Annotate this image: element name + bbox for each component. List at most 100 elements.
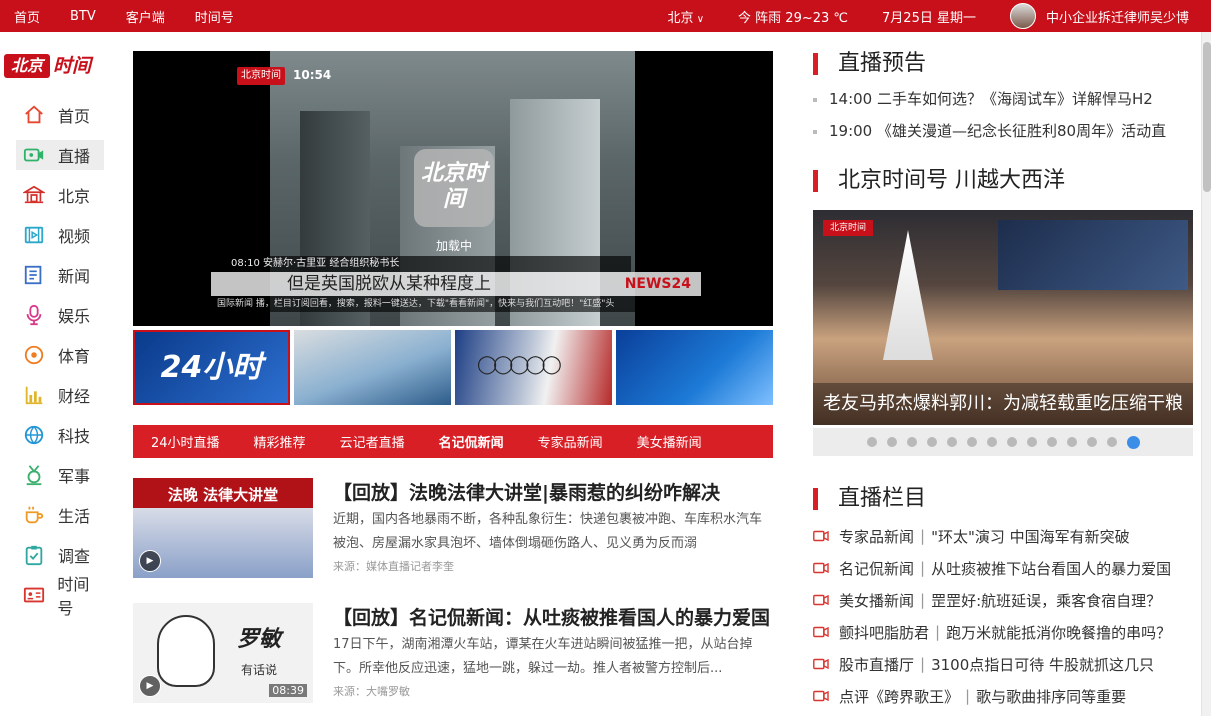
list-item[interactable]: 颤抖吧脂肪君 | 跑万米就能抵消你晚餐撸的串吗？ (813, 616, 1198, 648)
nav-item-survey[interactable]: 调查 (16, 540, 104, 570)
carousel-dot[interactable] (1046, 437, 1057, 447)
section-title-feature: 北京时间号 川越大西洋 (813, 170, 1065, 192)
carousel-dots (813, 428, 1193, 456)
news-icon (22, 264, 46, 286)
news-item[interactable]: 法晚 法律大讲堂 ▶ 【回放】法晚法律大讲堂|暴雨惹的纠纷咋解决 近期，国内各地… (133, 478, 773, 578)
carousel-dot[interactable] (926, 437, 937, 447)
nav-item-beijing[interactable]: 北京 (16, 180, 104, 210)
user-name[interactable]: 中小企业拆迁律师吴少博 (1046, 7, 1189, 26)
list-item[interactable]: 14:00 二手车如何选？《海阔试车》详解悍马H2 (813, 88, 1193, 120)
list-item[interactable]: 名记侃新闻 | 从吐痰被推下站台看国人的暴力爱国 (813, 552, 1198, 584)
feature-caption[interactable]: 老友马邦杰爆料郭川：为减轻载重吃压缩干粮 (813, 383, 1193, 425)
caption-main-text: 但是英国脱欧从某种程度上 (287, 274, 491, 294)
caricature-icon (157, 615, 215, 687)
video-camera-icon (813, 562, 829, 574)
feature-carousel[interactable]: 北京时间 老友马邦杰爆料郭川：为减轻载重吃压缩干粮 (813, 210, 1193, 425)
tab-24h-live[interactable]: 24小时直播 (151, 432, 220, 451)
list-item[interactable]: 股市直播厅 | 3100点指日可待 牛股就抓这几只 (813, 648, 1198, 680)
carousel-dot[interactable] (1006, 437, 1017, 447)
top-link-home[interactable]: 首页 (14, 7, 40, 26)
thumbnail-olympic-flags[interactable]: ◯◯◯◯◯ (455, 330, 612, 405)
tab-famous-reporter[interactable]: 名记侃新闻 (439, 432, 504, 451)
nav-item-live[interactable]: 直播 (16, 140, 104, 170)
avatar[interactable] (1009, 3, 1036, 29)
column-name: 专家品新闻 (839, 527, 915, 546)
list-item[interactable]: 美女播新闻 | 罡罡好:航班延误，乘客食宿自理？ (813, 584, 1198, 616)
logo-rest-text: 时间 (53, 55, 92, 77)
top-links: 首页 BTV 客户端 时间号 (14, 0, 264, 32)
city-selector[interactable]: 北京 (668, 7, 705, 26)
home-icon (22, 104, 46, 126)
video-camera-icon (813, 658, 829, 670)
nav-item-time-account[interactable]: 时间号 (16, 575, 104, 618)
nav-item-sports[interactable]: 体育 (16, 340, 104, 370)
coffee-cup-icon (22, 504, 46, 526)
play-icon[interactable]: ▶ (139, 675, 161, 697)
top-bar: 首页 BTV 客户端 时间号 北京 今 阵雨 29~23 ℃ 7月25日 星期一… (0, 0, 1211, 32)
news-thumbnail[interactable]: 罗敏 有话说 ▶ 08:39 (133, 603, 313, 703)
page-scrollbar[interactable] (1201, 32, 1211, 716)
scrollbar-thumb[interactable] (1203, 42, 1211, 192)
video-player[interactable]: 北京时间 10:54 08:10 安赫尔·古里亚 经合组织秘书长 但是英国脱欧从… (133, 51, 773, 326)
carousel-dot[interactable] (946, 437, 957, 447)
tv-time: 10:54 (293, 68, 332, 82)
video-duration: 08:39 (269, 684, 307, 697)
site-logo[interactable]: 北京 时间 (4, 52, 96, 80)
top-link-btv[interactable]: BTV (70, 9, 96, 24)
nav-item-life[interactable]: 生活 (16, 500, 104, 530)
nav-item-finance[interactable]: 财经 (16, 380, 104, 410)
top-link-time-account[interactable]: 时间号 (195, 7, 234, 26)
carousel-dot[interactable] (966, 437, 977, 447)
column-topic: 从吐痰被推下站台看国人的暴力爱国 (931, 559, 1172, 578)
carousel-dot[interactable] (1126, 435, 1140, 449)
thumbnail-24h[interactable]: 24小时 (133, 330, 290, 405)
carousel-dot[interactable] (1086, 437, 1097, 447)
column-topic: 歌与歌曲排序同等重要 (976, 687, 1127, 706)
beijing-temple-icon (22, 184, 46, 206)
olympic-rings-icon: ◯◯◯◯◯ (477, 354, 562, 375)
tab-anchor-news[interactable]: 美女播新闻 (637, 432, 702, 451)
tab-expert-news[interactable]: 专家品新闻 (538, 432, 603, 451)
loading-text: 加载中 (435, 239, 472, 253)
video-camera-icon (813, 690, 829, 702)
column-topic: 罡罡好:航班延误，乘客食宿自理？ (931, 591, 1162, 610)
nav-item-military[interactable]: 军事 (16, 460, 104, 490)
carousel-dot[interactable] (906, 437, 917, 447)
top-link-client[interactable]: 客户端 (126, 7, 165, 26)
play-icon[interactable]: ▶ (139, 550, 161, 572)
carousel-dot[interactable] (986, 437, 997, 447)
clipboard-check-icon (22, 544, 46, 566)
nav-item-home[interactable]: 首页 (16, 100, 104, 130)
nav-item-tech[interactable]: 科技 (16, 420, 104, 450)
thumbnail-sailing[interactable] (294, 330, 451, 405)
bar-chart-icon (22, 384, 46, 406)
news-thumbnail[interactable]: 法晚 法律大讲堂 ▶ (133, 478, 313, 578)
carousel-dot[interactable] (866, 437, 877, 447)
medal-icon (22, 464, 46, 486)
loading-logo: 北京时间 (414, 149, 494, 227)
tab-cloud-reporter[interactable]: 云记者直播 (340, 432, 405, 451)
section-title-preview: 直播预告 (813, 53, 926, 75)
carousel-dot[interactable] (886, 437, 897, 447)
thumbnail-subtitle: 有话说 (241, 663, 278, 677)
video-camera-icon (813, 530, 829, 542)
list-item[interactable]: 专家品新闻 | "环太"演习 中国海军有新突破 (813, 520, 1198, 552)
carousel-dot[interactable] (1026, 437, 1037, 447)
news-title[interactable]: 【回放】名记侃新闻：从吐痰被推看国人的暴力爱国 (333, 603, 773, 630)
nav-item-label: 新闻 (58, 267, 91, 286)
list-item[interactable]: 点评《跨界歌王》 | 歌与歌曲排序同等重要 (813, 680, 1198, 712)
carousel-dot[interactable] (1066, 437, 1077, 447)
nav-item-label: 调查 (58, 547, 91, 566)
thumbnail-stock-chart[interactable] (616, 330, 773, 405)
news-description: 近期，国内各地暴雨不断，各种乱象衍生：快递包裹被冲跑、车库积水汽车被泡、房屋漏水… (333, 512, 763, 551)
news-item[interactable]: 罗敏 有话说 ▶ 08:39 【回放】名记侃新闻：从吐痰被推看国人的暴力爱国 1… (133, 603, 773, 703)
category-tabs: 24小时直播 精彩推荐 云记者直播 名记侃新闻 专家品新闻 美女播新闻 (133, 425, 773, 458)
nav-item-video[interactable]: 视频 (16, 220, 104, 250)
news-title[interactable]: 【回放】法晚法律大讲堂|暴雨惹的纠纷咋解决 (333, 478, 773, 505)
nav-item-entertainment[interactable]: 娱乐 (16, 300, 104, 330)
tab-featured[interactable]: 精彩推荐 (254, 432, 306, 451)
carousel-dot[interactable] (1106, 437, 1117, 447)
list-item[interactable]: 19:00 《雄关漫道—纪念长征胜利80周年》活动直 (813, 120, 1193, 152)
nav-item-label: 财经 (58, 387, 91, 406)
nav-item-news[interactable]: 新闻 (16, 260, 104, 290)
